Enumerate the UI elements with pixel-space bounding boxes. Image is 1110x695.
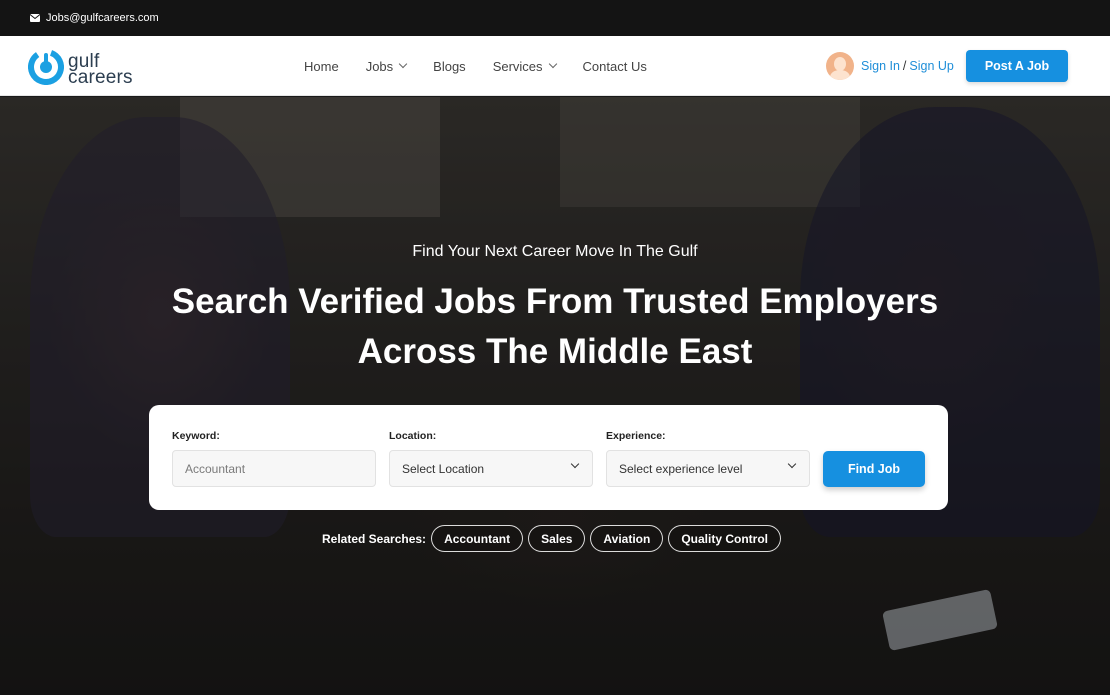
chevron-down-icon <box>570 459 580 469</box>
related-searches: Related Searches: Accountant Sales Aviat… <box>322 525 781 552</box>
auth-links: Sign In / Sign Up <box>826 52 954 80</box>
logo-text-line2: careers <box>68 66 133 88</box>
hero-subtitle: Find Your Next Career Move In The Gulf <box>412 243 698 260</box>
nav-item-label: Blogs <box>433 58 466 74</box>
experience-field: Experience: Select experience level <box>606 430 810 487</box>
nav-item-label: Contact Us <box>582 58 647 74</box>
sign-in-link[interactable]: Sign In <box>861 59 900 73</box>
experience-label: Experience: <box>606 430 666 442</box>
nav-item-contact-us[interactable]: Contact Us <box>583 59 647 74</box>
nav-item-label: Services <box>492 58 543 74</box>
job-search-panel: Keyword: Accountant Location: Select Loc… <box>149 405 948 510</box>
nav-item-blogs[interactable]: Blogs <box>433 59 466 74</box>
keyword-input[interactable]: Accountant <box>172 450 376 487</box>
keyword-field: Keyword: Accountant <box>172 430 376 487</box>
hero-overlay <box>0 97 1110 695</box>
post-a-job-button[interactable]: Post A Job <box>966 50 1068 82</box>
main-navbar: gulf careers Home Jobs Blogs Services Co… <box>0 36 1110 96</box>
location-select[interactable]: Select Location <box>389 450 593 487</box>
chevron-down-icon <box>787 459 797 469</box>
find-job-button[interactable]: Find Job <box>823 451 925 487</box>
nav-item-home[interactable]: Home <box>304 59 339 74</box>
envelope-icon <box>30 14 40 22</box>
nav-item-jobs[interactable]: Jobs <box>365 58 408 74</box>
location-label: Location: <box>389 430 437 442</box>
primary-menu: Home Jobs Blogs Services Contact Us <box>304 36 674 96</box>
keyword-label: Keyword: <box>172 430 220 442</box>
experience-select[interactable]: Select experience level <box>606 450 810 487</box>
related-searches-label: Related Searches: <box>322 531 427 546</box>
related-chip-accountant[interactable]: Accountant <box>431 525 524 552</box>
sign-up-link[interactable]: Sign Up <box>909 59 953 73</box>
related-chip-quality-control[interactable]: Quality Control <box>668 525 781 552</box>
nav-item-services[interactable]: Services <box>492 58 557 74</box>
avatar[interactable] <box>826 52 854 80</box>
hero-title: Search Verified Jobs From Trusted Employ… <box>0 277 1110 377</box>
location-select-value: Select Location <box>402 461 485 476</box>
contact-email-link[interactable]: Jobs@gulfcareers.com <box>46 12 159 24</box>
location-field: Location: Select Location <box>389 430 593 487</box>
logo-wordmark: gulf careers <box>68 52 133 88</box>
auth-separator: / <box>902 59 907 73</box>
hero-section: Find Your Next Career Move In The Gulf S… <box>0 97 1110 695</box>
chevron-down-icon <box>548 59 557 69</box>
related-chip-aviation[interactable]: Aviation <box>590 525 664 552</box>
hero-title-line1: Search Verified Jobs From Trusted Employ… <box>171 282 939 321</box>
nav-item-label: Home <box>304 58 339 74</box>
chevron-down-icon <box>398 59 408 69</box>
top-contact-bar: Jobs@gulfcareers.com <box>0 0 1110 36</box>
logo-icon <box>28 49 64 90</box>
hero-title-line2: Across The Middle East <box>357 332 753 371</box>
site-logo[interactable]: gulf careers <box>28 49 133 90</box>
related-chip-sales[interactable]: Sales <box>528 525 586 552</box>
nav-item-label: Jobs <box>365 58 394 74</box>
experience-select-value: Select experience level <box>619 461 743 476</box>
